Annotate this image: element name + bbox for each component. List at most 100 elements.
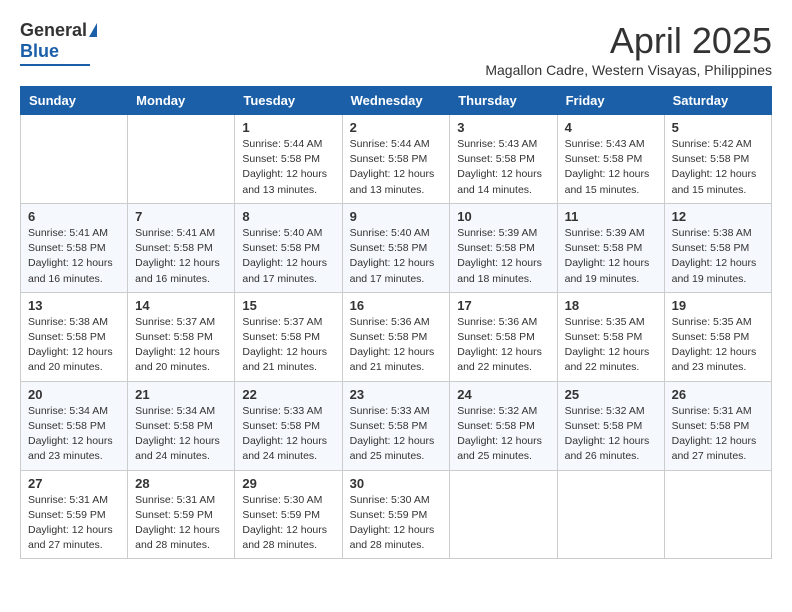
calendar-cell: 17 Sunrise: 5:36 AM Sunset: 5:58 PM Dayli…: [450, 292, 557, 381]
day-number: 16: [350, 298, 443, 313]
day-info: Sunrise: 5:39 AM Sunset: 5:58 PM Dayligh…: [565, 226, 657, 287]
column-header-thursday: Thursday: [450, 87, 557, 115]
calendar-cell: 30 Sunrise: 5:30 AM Sunset: 5:59 PM Dayli…: [342, 470, 450, 559]
month-title: April 2025: [485, 20, 772, 62]
calendar-cell: 18 Sunrise: 5:35 AM Sunset: 5:58 PM Dayli…: [557, 292, 664, 381]
calendar-body: 1 Sunrise: 5:44 AM Sunset: 5:58 PM Daylig…: [21, 115, 772, 559]
day-info: Sunrise: 5:38 AM Sunset: 5:58 PM Dayligh…: [28, 315, 120, 376]
column-header-sunday: Sunday: [21, 87, 128, 115]
day-number: 6: [28, 209, 120, 224]
day-number: 23: [350, 387, 443, 402]
calendar-cell: 28 Sunrise: 5:31 AM Sunset: 5:59 PM Dayli…: [128, 470, 235, 559]
calendar-header-row: SundayMondayTuesdayWednesdayThursdayFrid…: [21, 87, 772, 115]
day-number: 1: [242, 120, 334, 135]
column-header-friday: Friday: [557, 87, 664, 115]
day-info: Sunrise: 5:35 AM Sunset: 5:58 PM Dayligh…: [565, 315, 657, 376]
day-info: Sunrise: 5:34 AM Sunset: 5:58 PM Dayligh…: [28, 404, 120, 465]
calendar-cell: [450, 470, 557, 559]
calendar-cell: 4 Sunrise: 5:43 AM Sunset: 5:58 PM Daylig…: [557, 115, 664, 204]
day-info: Sunrise: 5:43 AM Sunset: 5:58 PM Dayligh…: [457, 137, 549, 198]
column-header-tuesday: Tuesday: [235, 87, 342, 115]
calendar-cell: 12Sunrise: 5:38 AM Sunset: 5:58 PM Dayli…: [664, 203, 771, 292]
day-number: 26: [672, 387, 764, 402]
day-number: 18: [565, 298, 657, 313]
day-number: 25: [565, 387, 657, 402]
day-number: 15: [242, 298, 334, 313]
day-number: 17: [457, 298, 549, 313]
day-number: 28: [135, 476, 227, 491]
day-number: 8: [242, 209, 334, 224]
calendar-cell: 23Sunrise: 5:33 AM Sunset: 5:58 PM Dayli…: [342, 381, 450, 470]
day-number: 9: [350, 209, 443, 224]
column-header-monday: Monday: [128, 87, 235, 115]
calendar-cell: [664, 470, 771, 559]
day-info: Sunrise: 5:44 AM Sunset: 5:58 PM Dayligh…: [242, 137, 334, 198]
day-info: Sunrise: 5:35 AM Sunset: 5:58 PM Dayligh…: [672, 315, 764, 376]
column-header-saturday: Saturday: [664, 87, 771, 115]
calendar-cell: [21, 115, 128, 204]
calendar-cell: 9 Sunrise: 5:40 AM Sunset: 5:58 PM Daylig…: [342, 203, 450, 292]
day-info: Sunrise: 5:30 AM Sunset: 5:59 PM Dayligh…: [242, 493, 334, 554]
calendar-table: SundayMondayTuesdayWednesdayThursdayFrid…: [20, 86, 772, 559]
calendar-cell: 14Sunrise: 5:37 AM Sunset: 5:58 PM Dayli…: [128, 292, 235, 381]
day-number: 5: [672, 120, 764, 135]
day-number: 12: [672, 209, 764, 224]
day-info: Sunrise: 5:37 AM Sunset: 5:58 PM Dayligh…: [242, 315, 334, 376]
day-number: 14: [135, 298, 227, 313]
day-info: Sunrise: 5:39 AM Sunset: 5:58 PM Dayligh…: [457, 226, 549, 287]
week-row-3: 13 Sunrise: 5:38 AM Sunset: 5:58 PM Dayli…: [21, 292, 772, 381]
day-number: 10: [457, 209, 549, 224]
calendar-cell: 20 Sunrise: 5:34 AM Sunset: 5:58 PM Dayli…: [21, 381, 128, 470]
logo-triangle-icon: [89, 23, 97, 37]
calendar-cell: 13 Sunrise: 5:38 AM Sunset: 5:58 PM Dayli…: [21, 292, 128, 381]
calendar-cell: 1 Sunrise: 5:44 AM Sunset: 5:58 PM Daylig…: [235, 115, 342, 204]
day-info: Sunrise: 5:31 AM Sunset: 5:59 PM Dayligh…: [135, 493, 227, 554]
calendar-cell: [557, 470, 664, 559]
day-number: 4: [565, 120, 657, 135]
day-number: 24: [457, 387, 549, 402]
day-info: Sunrise: 5:40 AM Sunset: 5:58 PM Dayligh…: [350, 226, 443, 287]
calendar-cell: 2 Sunrise: 5:44 AM Sunset: 5:58 PM Daylig…: [342, 115, 450, 204]
day-info: Sunrise: 5:32 AM Sunset: 5:58 PM Dayligh…: [457, 404, 549, 465]
calendar-cell: 6 Sunrise: 5:41 AM Sunset: 5:58 PM Daylig…: [21, 203, 128, 292]
day-number: 30: [350, 476, 443, 491]
day-info: Sunrise: 5:30 AM Sunset: 5:59 PM Dayligh…: [350, 493, 443, 554]
page-header: General Blue April 2025 Magallon Cadre, …: [20, 20, 772, 78]
day-number: 11: [565, 209, 657, 224]
day-info: Sunrise: 5:43 AM Sunset: 5:58 PM Dayligh…: [565, 137, 657, 198]
calendar-cell: 7 Sunrise: 5:41 AM Sunset: 5:58 PM Daylig…: [128, 203, 235, 292]
calendar-cell: 27Sunrise: 5:31 AM Sunset: 5:59 PM Dayli…: [21, 470, 128, 559]
calendar-cell: 19 Sunrise: 5:35 AM Sunset: 5:58 PM Dayli…: [664, 292, 771, 381]
day-number: 19: [672, 298, 764, 313]
calendar-cell: 8Sunrise: 5:40 AM Sunset: 5:58 PM Daylig…: [235, 203, 342, 292]
calendar-cell: 25 Sunrise: 5:32 AM Sunset: 5:58 PM Dayli…: [557, 381, 664, 470]
calendar-cell: [128, 115, 235, 204]
day-info: Sunrise: 5:41 AM Sunset: 5:58 PM Dayligh…: [28, 226, 120, 287]
day-info: Sunrise: 5:34 AM Sunset: 5:58 PM Dayligh…: [135, 404, 227, 465]
day-number: 21: [135, 387, 227, 402]
day-info: Sunrise: 5:42 AM Sunset: 5:58 PM Dayligh…: [672, 137, 764, 198]
day-number: 22: [242, 387, 334, 402]
calendar-cell: 26Sunrise: 5:31 AM Sunset: 5:58 PM Dayli…: [664, 381, 771, 470]
week-row-2: 6 Sunrise: 5:41 AM Sunset: 5:58 PM Daylig…: [21, 203, 772, 292]
calendar-cell: 10 Sunrise: 5:39 AM Sunset: 5:58 PM Dayli…: [450, 203, 557, 292]
day-info: Sunrise: 5:41 AM Sunset: 5:58 PM Dayligh…: [135, 226, 227, 287]
day-number: 13: [28, 298, 120, 313]
week-row-4: 20 Sunrise: 5:34 AM Sunset: 5:58 PM Dayli…: [21, 381, 772, 470]
column-header-wednesday: Wednesday: [342, 87, 450, 115]
day-info: Sunrise: 5:33 AM Sunset: 5:58 PM Dayligh…: [242, 404, 334, 465]
day-number: 7: [135, 209, 227, 224]
calendar-cell: 22 Sunrise: 5:33 AM Sunset: 5:58 PM Dayli…: [235, 381, 342, 470]
logo-general-text: General: [20, 20, 87, 41]
logo: General Blue: [20, 20, 97, 66]
day-info: Sunrise: 5:32 AM Sunset: 5:58 PM Dayligh…: [565, 404, 657, 465]
week-row-1: 1 Sunrise: 5:44 AM Sunset: 5:58 PM Daylig…: [21, 115, 772, 204]
day-number: 29: [242, 476, 334, 491]
day-number: 27: [28, 476, 120, 491]
day-info: Sunrise: 5:44 AM Sunset: 5:58 PM Dayligh…: [350, 137, 443, 198]
week-row-5: 27 Sunrise: 5:31 AM Sunset: 5:59 PM Dayli…: [21, 470, 772, 559]
day-number: 2: [350, 120, 443, 135]
day-number: 20: [28, 387, 120, 402]
day-number: 3: [457, 120, 549, 135]
day-info: Sunrise: 5:36 AM Sunset: 5:58 PM Dayligh…: [457, 315, 549, 376]
